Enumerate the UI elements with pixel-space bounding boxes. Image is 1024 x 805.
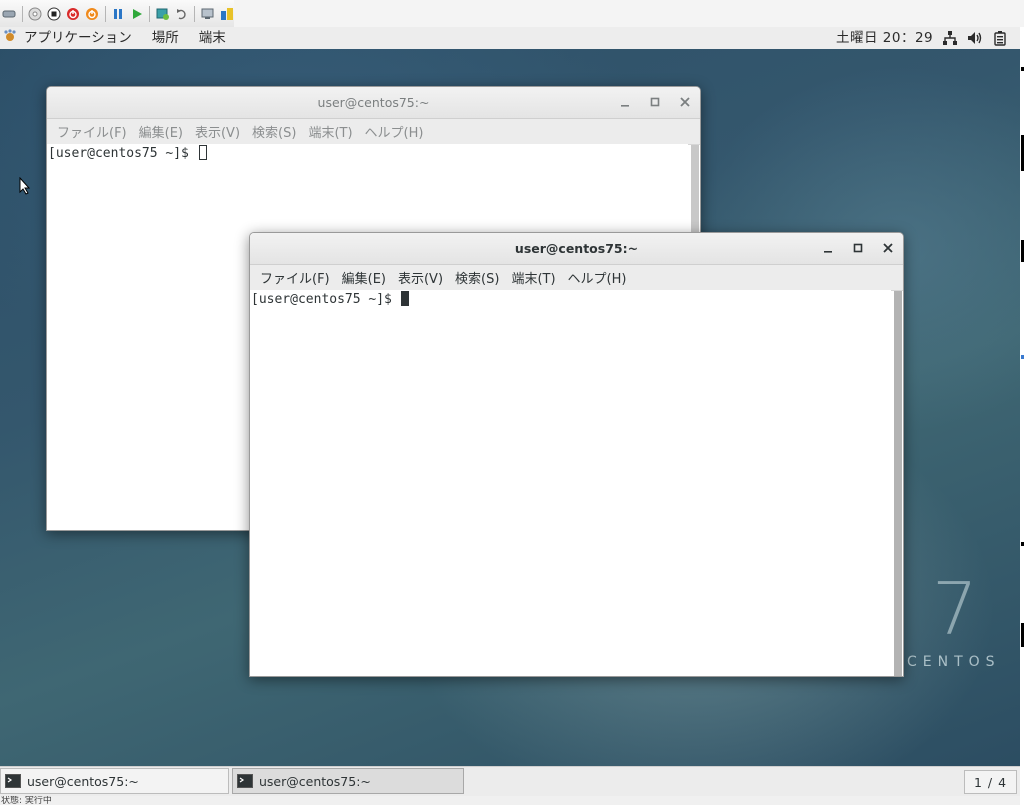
- window-title: user@centos75:~: [514, 241, 639, 256]
- scrollbar[interactable]: [894, 291, 902, 676]
- window-menubar: ファイル(F) 編集(E) 表示(V) 検索(S) 端末(T) ヘルプ(H): [250, 265, 903, 291]
- text-cursor: [198, 145, 207, 160]
- stop-icon[interactable]: [46, 5, 63, 23]
- vm-toolbar-empty: [234, 0, 1024, 28]
- terminal-window-front[interactable]: user@centos75:~ ファイル(F) 編集(E) 表示(V) 検索(S…: [249, 232, 904, 677]
- battery-icon[interactable]: [992, 30, 1008, 46]
- shell-prompt: [user@centos75 ~]$: [251, 292, 400, 307]
- vm-toolbar: [0, 0, 236, 28]
- applications-label: アプリケーション: [24, 30, 132, 46]
- menu-terminal[interactable]: 端末(T): [302, 122, 358, 141]
- maximize-icon[interactable]: [648, 95, 662, 109]
- centos-brand-text: CENTOS: [907, 654, 1001, 670]
- network-icon[interactable]: [1, 5, 18, 23]
- workspace-indicator[interactable]: 1 / 4: [964, 770, 1017, 794]
- text-cursor: [400, 291, 409, 306]
- host-edge: [1020, 27, 1024, 805]
- revert-icon[interactable]: [173, 5, 190, 23]
- separator: [149, 5, 151, 22]
- menu-terminal[interactable]: 端末(T): [505, 268, 561, 287]
- menu-edit[interactable]: 編集(E): [133, 122, 189, 141]
- play-icon[interactable]: [129, 5, 146, 23]
- network-icon[interactable]: [942, 30, 958, 46]
- separator: [194, 5, 196, 22]
- menu-help[interactable]: ヘルプ(H): [359, 122, 430, 141]
- menu-search[interactable]: 検索(S): [449, 268, 505, 287]
- task-item[interactable]: user@centos75:~: [0, 768, 229, 794]
- centos-7-logo: 7: [932, 572, 978, 642]
- menu-search[interactable]: 検索(S): [246, 122, 302, 141]
- task-label: user@centos75:~: [259, 773, 371, 789]
- task-label: user@centos75:~: [27, 773, 139, 789]
- vm-status-bar: 状態: 実行中: [0, 796, 1020, 805]
- gnome-foot-icon: [2, 28, 18, 48]
- terminal-app-menu[interactable]: 端末: [189, 27, 236, 49]
- close-icon[interactable]: [881, 241, 895, 255]
- close-icon[interactable]: [678, 95, 692, 109]
- window-titlebar[interactable]: user@centos75:~: [47, 87, 700, 119]
- gnome-top-bar: アプリケーション 場所 端末 土曜日 20：29: [0, 27, 1020, 50]
- task-item[interactable]: user@centos75:~: [232, 768, 464, 794]
- terminal-icon: [5, 774, 21, 788]
- mouse-pointer-icon: [19, 177, 31, 195]
- window-title: user@centos75:~: [317, 95, 430, 110]
- menu-file[interactable]: ファイル(F): [254, 268, 336, 287]
- places-menu[interactable]: 場所: [142, 27, 189, 49]
- volume-icon[interactable]: [967, 30, 983, 46]
- menu-file[interactable]: ファイル(F): [51, 122, 133, 141]
- menu-edit[interactable]: 編集(E): [336, 268, 392, 287]
- settings-icon[interactable]: [218, 5, 235, 23]
- separator: [21, 5, 23, 22]
- console-icon[interactable]: [199, 5, 216, 23]
- clock[interactable]: 土曜日 20：29: [836, 27, 933, 49]
- snapshot-icon[interactable]: [154, 5, 171, 23]
- svg-text:7: 7: [932, 572, 978, 642]
- power-icon[interactable]: [84, 5, 101, 23]
- window-titlebar[interactable]: user@centos75:~: [250, 233, 903, 265]
- terminal-icon: [237, 774, 253, 788]
- window-menubar: ファイル(F) 編集(E) 表示(V) 検索(S) 端末(T) ヘルプ(H): [47, 119, 700, 145]
- menu-view[interactable]: 表示(V): [189, 122, 246, 141]
- pause-icon[interactable]: [110, 5, 127, 23]
- vm-status-text: 状態: 実行中: [1, 796, 52, 805]
- maximize-icon[interactable]: [851, 241, 865, 255]
- shell-prompt: [user@centos75 ~]$: [48, 146, 197, 161]
- menu-view[interactable]: 表示(V): [392, 268, 449, 287]
- applications-menu[interactable]: アプリケーション: [0, 27, 142, 49]
- cd-icon[interactable]: [27, 5, 44, 23]
- separator: [104, 5, 106, 22]
- minimize-icon[interactable]: [821, 241, 835, 255]
- menu-help[interactable]: ヘルプ(H): [562, 268, 633, 287]
- power-off-icon[interactable]: [65, 5, 82, 23]
- minimize-icon[interactable]: [618, 95, 632, 109]
- window-list-bar: user@centos75:~ user@centos75:~ 1 / 4: [0, 766, 1020, 797]
- terminal-area[interactable]: [user@centos75 ~]$: [250, 290, 891, 676]
